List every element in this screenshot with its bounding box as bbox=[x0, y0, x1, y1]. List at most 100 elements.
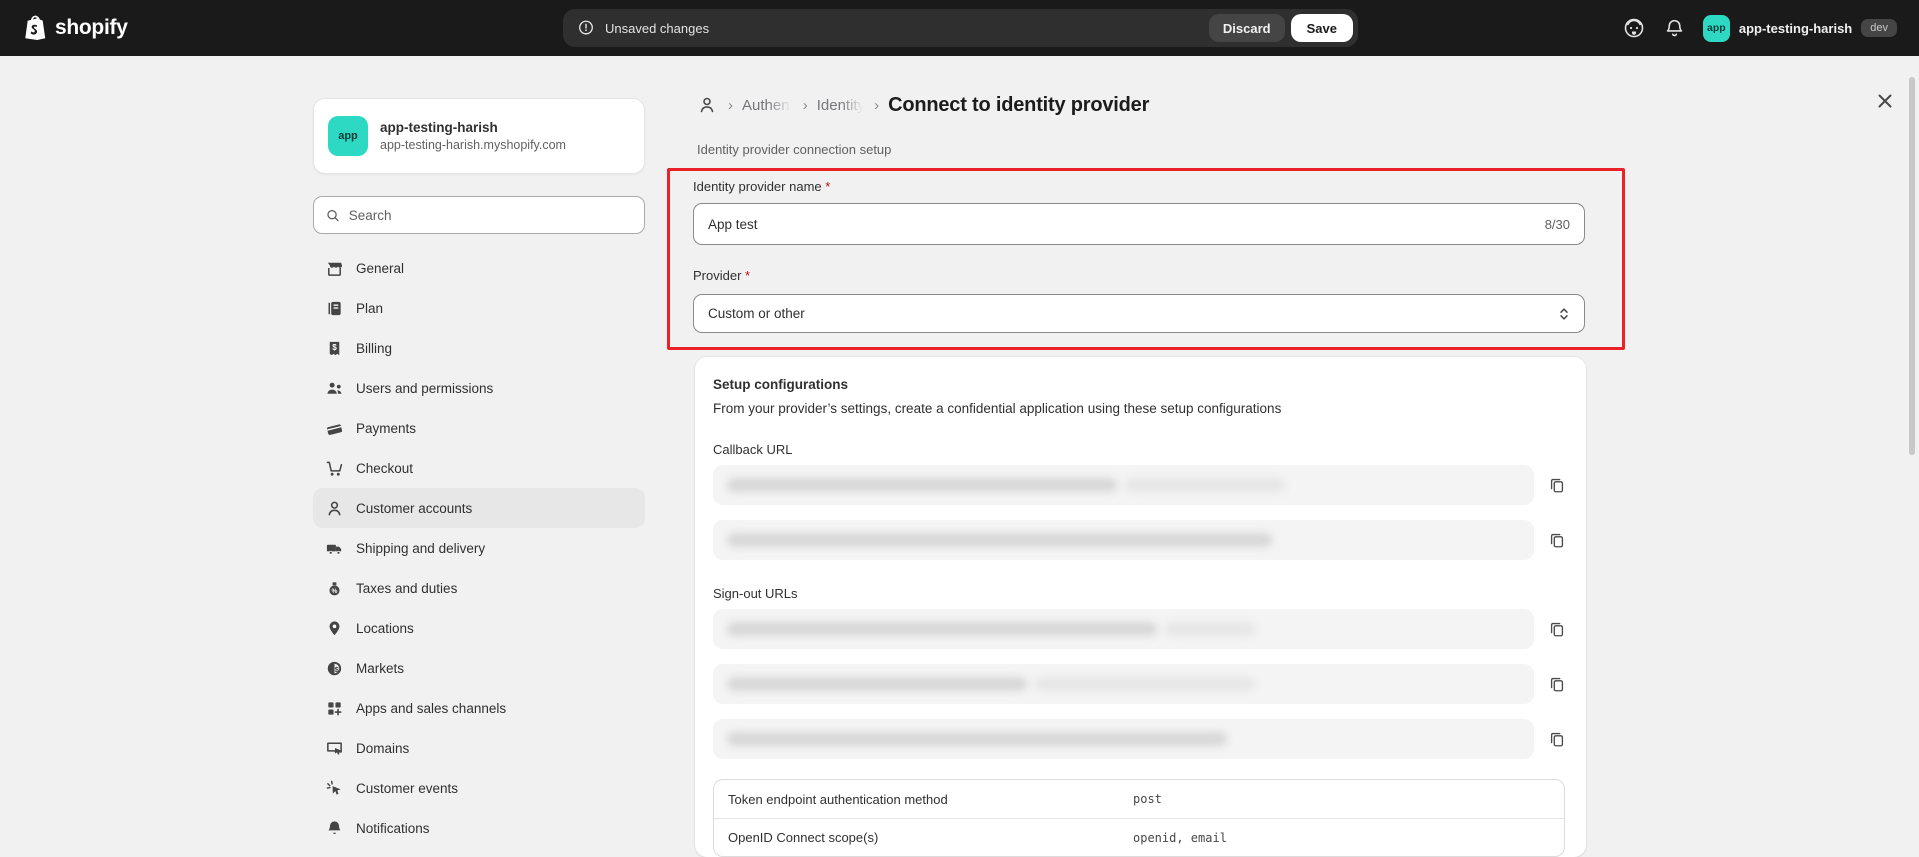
sidebar-store-card: app app-testing-harish app-testing-haris… bbox=[313, 98, 645, 174]
breadcrumb-separator: › bbox=[728, 96, 733, 114]
sidebar-store-domain: app-testing-harish.myshopify.com bbox=[380, 138, 566, 152]
apps-icon bbox=[328, 701, 342, 715]
copy-icon bbox=[1550, 732, 1564, 747]
sidebar-item-customer-events[interactable]: Customer events bbox=[313, 768, 645, 808]
taxes-icon: % bbox=[329, 581, 340, 595]
redacted-url-field bbox=[713, 609, 1534, 649]
sidebar-item-markets[interactable]: $ Markets bbox=[313, 648, 645, 688]
character-counter: 8/30 bbox=[1544, 216, 1570, 232]
dev-badge: dev bbox=[1861, 19, 1897, 37]
setup-description: From your provider’s settings, create a … bbox=[713, 401, 1282, 416]
page-title: Connect to identity provider bbox=[888, 93, 1150, 116]
search-input[interactable] bbox=[348, 207, 633, 223]
sidebar-item-label: Billing bbox=[356, 340, 393, 356]
signout-url-row-2 bbox=[713, 664, 1568, 704]
sidebar-item-payments[interactable]: Payments bbox=[313, 408, 645, 448]
sidebar-item-locations[interactable]: Locations bbox=[313, 608, 645, 648]
unsaved-changes-bar: Unsaved changes Discard Save bbox=[563, 9, 1358, 47]
sidebar-item-checkout[interactable]: Checkout bbox=[313, 448, 645, 488]
sidebar-store-name: app-testing-harish bbox=[380, 120, 498, 135]
sidebar-item-label: General bbox=[356, 260, 405, 276]
sidebar-item-customer-accounts[interactable]: Customer accounts bbox=[313, 488, 645, 528]
sidekick-icon[interactable] bbox=[1622, 16, 1646, 40]
callback-url-label: Callback URL bbox=[713, 442, 793, 457]
sidebar-item-apps-sales-channels[interactable]: Apps and sales channels bbox=[313, 688, 645, 728]
signout-url-row-1 bbox=[713, 609, 1568, 649]
sidebar-item-plan[interactable]: Plan bbox=[313, 288, 645, 328]
checkout-icon bbox=[326, 461, 343, 476]
config-value: openid, email bbox=[1133, 830, 1227, 845]
account-icon[interactable] bbox=[697, 95, 717, 115]
breadcrumb-separator: › bbox=[874, 96, 880, 114]
sidebar-item-label: Customer events bbox=[356, 780, 459, 796]
save-button[interactable]: Save bbox=[1290, 14, 1353, 42]
sidebar-item-label: Notifications bbox=[356, 820, 430, 836]
discard-button[interactable]: Discard bbox=[1208, 14, 1285, 42]
notifications-icon bbox=[328, 820, 341, 834]
sidebar-item-billing[interactable]: $ Billing bbox=[313, 328, 645, 368]
provider-selected-value: Custom or other bbox=[708, 306, 805, 321]
sidebar-item-label: Users and permissions bbox=[356, 380, 494, 396]
svg-text:%: % bbox=[332, 587, 338, 594]
redacted-url-field bbox=[713, 520, 1534, 560]
markets-icon: $ bbox=[327, 661, 342, 675]
store-name: app-testing-harish bbox=[1738, 20, 1853, 36]
sidebar-item-notifications[interactable]: Notifications bbox=[313, 808, 645, 848]
plan-icon bbox=[328, 301, 341, 315]
bell-icon[interactable] bbox=[1664, 18, 1685, 39]
sidebar-item-domains[interactable]: Domains bbox=[313, 728, 645, 768]
domains-icon bbox=[327, 742, 342, 755]
alert-icon bbox=[579, 20, 593, 35]
copy-icon bbox=[1550, 677, 1564, 692]
sidebar-item-taxes-duties[interactable]: % Taxes and duties bbox=[313, 568, 645, 608]
close-icon bbox=[1878, 94, 1892, 108]
store-icon bbox=[327, 262, 343, 276]
search-icon bbox=[327, 209, 339, 221]
sidebar-item-label: Taxes and duties bbox=[356, 580, 458, 596]
shopify-bag-icon bbox=[25, 15, 46, 40]
provider-label: Provider * bbox=[693, 268, 751, 283]
billing-icon: $ bbox=[329, 341, 340, 355]
shopify-logo[interactable]: shopify bbox=[22, 0, 128, 56]
required-asterisk: * bbox=[825, 179, 831, 194]
sidebar-item-label: Payments bbox=[356, 420, 417, 436]
provider-select[interactable]: Custom or other bbox=[693, 294, 1585, 333]
users-icon bbox=[327, 382, 342, 394]
page-subtitle: Identity provider connection setup bbox=[697, 142, 892, 157]
vertical-scrollbar[interactable] bbox=[1909, 77, 1915, 455]
copy-button[interactable] bbox=[1546, 673, 1568, 695]
config-table: Token endpoint authentication method pos… bbox=[713, 779, 1565, 857]
sidebar-store-avatar: app bbox=[328, 116, 368, 156]
sidebar-item-shipping-delivery[interactable]: Shipping and delivery bbox=[313, 528, 645, 568]
breadcrumb: › Authent › Identity › Connect to identi… bbox=[697, 90, 1149, 120]
close-button[interactable] bbox=[1872, 88, 1898, 114]
sidebar-item-label: Locations bbox=[356, 620, 414, 636]
sidebar-item-general[interactable]: General bbox=[313, 248, 645, 288]
sidebar-item-users-permissions[interactable]: Users and permissions bbox=[313, 368, 645, 408]
sidebar-item-label: Plan bbox=[356, 300, 384, 316]
svg-text:$: $ bbox=[332, 342, 337, 351]
copy-button[interactable] bbox=[1546, 474, 1568, 496]
identity-provider-name-input[interactable]: App test 8/30 bbox=[693, 203, 1585, 245]
settings-nav: General Plan $ Billing Users and permiss… bbox=[313, 248, 645, 848]
redacted-url-field bbox=[713, 664, 1534, 704]
identity-provider-name-label: Identity provider name * bbox=[693, 179, 831, 194]
payments-icon bbox=[327, 423, 343, 435]
breadcrumb-identity[interactable]: Identity bbox=[817, 96, 868, 114]
locations-icon bbox=[329, 620, 340, 635]
sidebar-item-label: Markets bbox=[356, 660, 405, 676]
config-key: Token endpoint authentication method bbox=[728, 791, 948, 807]
copy-button[interactable] bbox=[1546, 529, 1568, 551]
config-key: OpenID Connect scope(s) bbox=[728, 830, 879, 845]
setup-heading: Setup configurations bbox=[713, 377, 848, 392]
copy-button[interactable] bbox=[1546, 728, 1568, 750]
breadcrumb-authentication[interactable]: Authent bbox=[742, 96, 796, 114]
settings-search[interactable] bbox=[313, 196, 645, 234]
copy-button[interactable] bbox=[1546, 618, 1568, 640]
required-asterisk: * bbox=[745, 268, 751, 283]
unsaved-changes-text: Unsaved changes bbox=[605, 20, 710, 36]
store-menu[interactable]: app app-testing-harish dev bbox=[1702, 14, 1897, 42]
store-avatar: app bbox=[1702, 14, 1730, 42]
config-value: post bbox=[1133, 792, 1162, 806]
setup-configurations-card: Setup configurations From your provider’… bbox=[695, 357, 1586, 857]
